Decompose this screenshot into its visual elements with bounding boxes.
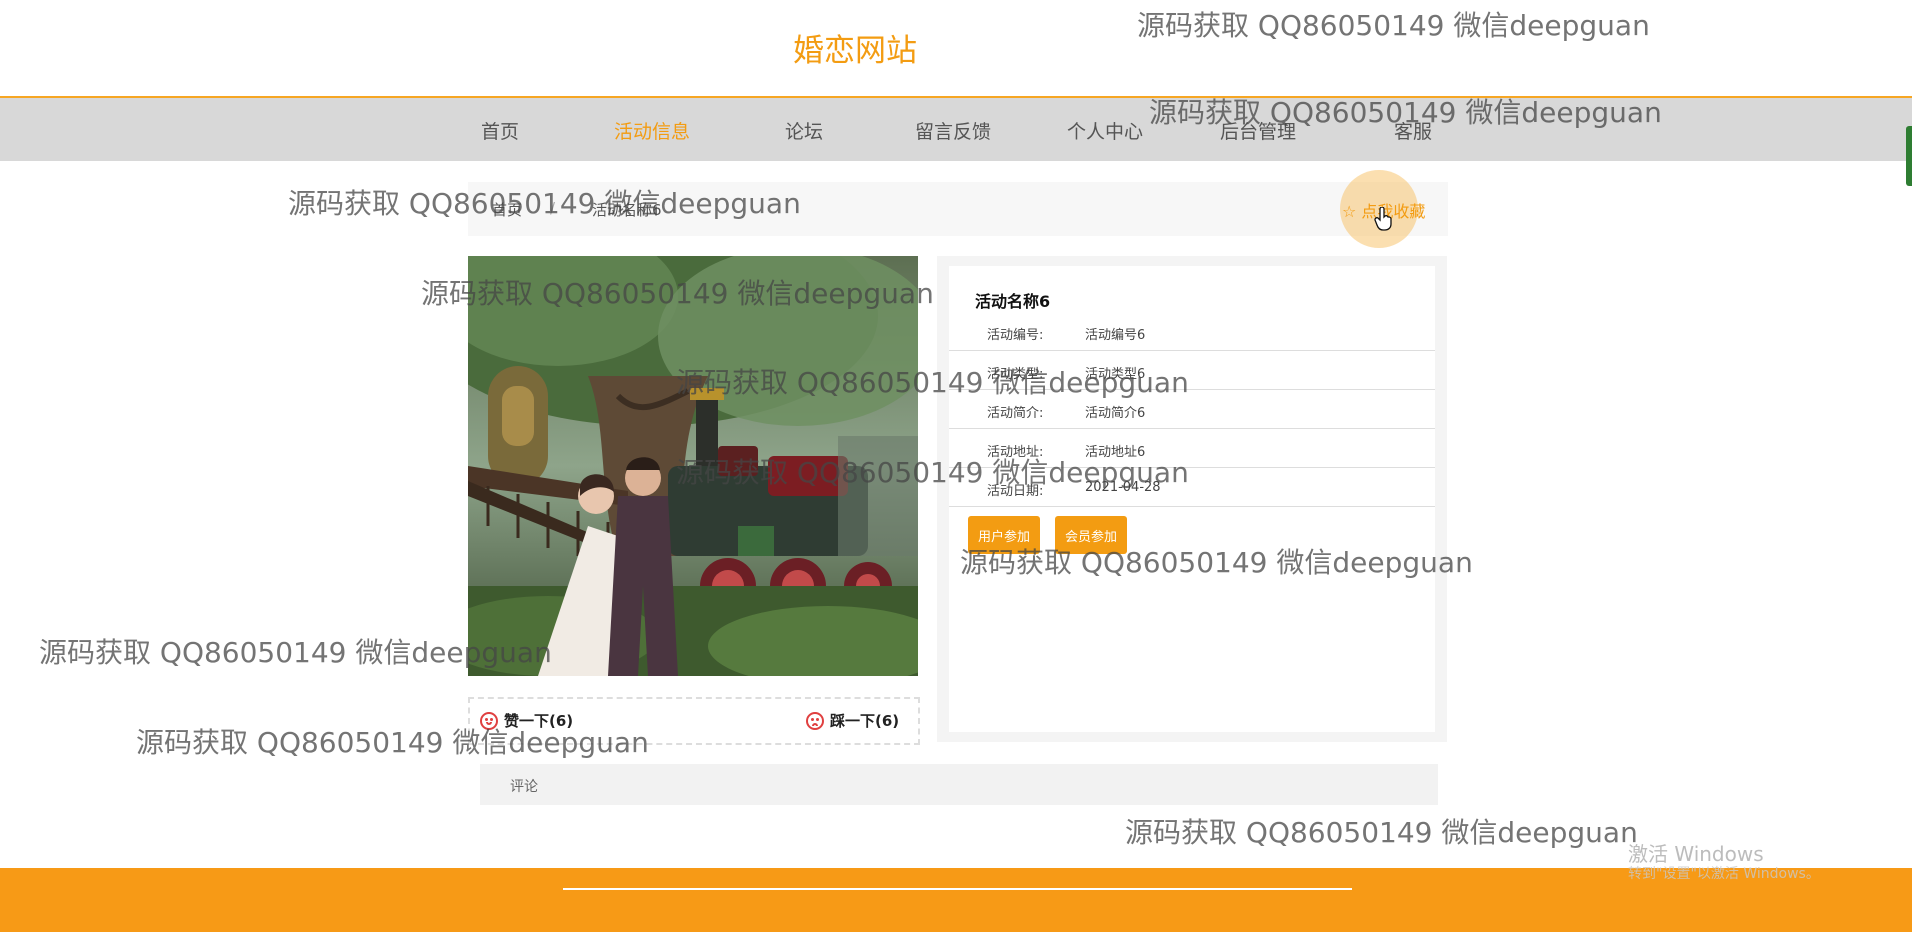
row-label: 活动类型:	[987, 367, 1044, 382]
site-title: 婚恋网站	[793, 33, 917, 69]
activity-detail-panel: 活动名称6 活动编号: 活动编号6 活动类型: 活动类型6 活动简介: 活动简介…	[937, 256, 1447, 742]
dislike-button[interactable]: 踩一下(6)	[806, 710, 899, 731]
site-header: 婚恋网站	[0, 0, 1912, 98]
main-nav: 首页 活动信息 论坛 留言反馈 个人中心 后台管理 客服	[0, 98, 1912, 161]
nav-activities[interactable]: 活动信息	[614, 117, 690, 144]
row-label: 活动日期:	[987, 484, 1044, 499]
nav-home[interactable]: 首页	[481, 117, 519, 144]
nav-forum[interactable]: 论坛	[785, 117, 823, 144]
frown-icon	[806, 711, 824, 730]
vote-bar: 赞一下(6) 踩一下(6)	[468, 697, 920, 745]
dislike-label: 踩一下(6)	[830, 712, 900, 730]
row-value: 2021-04-28	[1085, 480, 1161, 495]
nav-admin[interactable]: 后台管理	[1220, 117, 1296, 144]
like-label: 赞一下(6)	[504, 712, 574, 730]
breadcrumb: 首页 / 活动名称6	[468, 182, 1448, 236]
site-footer	[0, 868, 1912, 932]
row-value: 活动地址6	[1085, 445, 1146, 460]
like-button[interactable]: 赞一下(6)	[480, 710, 573, 731]
row-value: 活动简介6	[1085, 406, 1146, 421]
hand-cursor-icon	[1374, 207, 1392, 231]
breadcrumb-current: 活动名称6	[592, 201, 662, 219]
activity-detail-card: 活动名称6 活动编号: 活动编号6 活动类型: 活动类型6 活动简介: 活动简介…	[949, 266, 1435, 732]
watermark-text: 源码获取 QQ86050149 微信deepguan	[1125, 816, 1638, 849]
nav-customer-service[interactable]: 客服	[1394, 117, 1432, 144]
nav-feedback[interactable]: 留言反馈	[915, 117, 991, 144]
breadcrumb-home[interactable]: 首页	[492, 199, 522, 220]
row-value: 活动编号6	[1085, 328, 1146, 343]
comment-section-header: 评论	[480, 764, 1438, 805]
scrollbar-edge[interactable]	[1906, 126, 1912, 186]
nav-personal-center[interactable]: 个人中心	[1067, 117, 1143, 144]
user-join-button[interactable]: 用户参加	[968, 516, 1041, 554]
detail-row: 活动类型: 活动类型6	[949, 351, 1435, 390]
row-label: 活动简介:	[987, 406, 1044, 421]
breadcrumb-separator: /	[550, 199, 556, 217]
activity-title: 活动名称6	[975, 292, 1051, 311]
windows-activation-subtitle: 转到"设置"以激活 Windows。	[1628, 866, 1820, 882]
detail-row: 活动简介: 活动简介6	[949, 390, 1435, 429]
footer-divider	[563, 888, 1352, 890]
row-label: 活动编号:	[987, 328, 1044, 343]
row-label: 活动地址:	[987, 445, 1044, 460]
couple-train-photo	[468, 256, 918, 676]
member-join-button[interactable]: 会员参加	[1055, 516, 1128, 554]
activity-photo	[468, 256, 918, 676]
comment-label: 评论	[510, 779, 538, 795]
detail-row: 活动地址: 活动地址6	[949, 429, 1435, 468]
detail-row: 活动编号: 活动编号6	[949, 312, 1435, 351]
detail-row: 活动日期: 2021-04-28	[949, 468, 1435, 507]
row-value: 活动类型6	[1085, 367, 1146, 382]
smile-icon	[480, 711, 498, 730]
